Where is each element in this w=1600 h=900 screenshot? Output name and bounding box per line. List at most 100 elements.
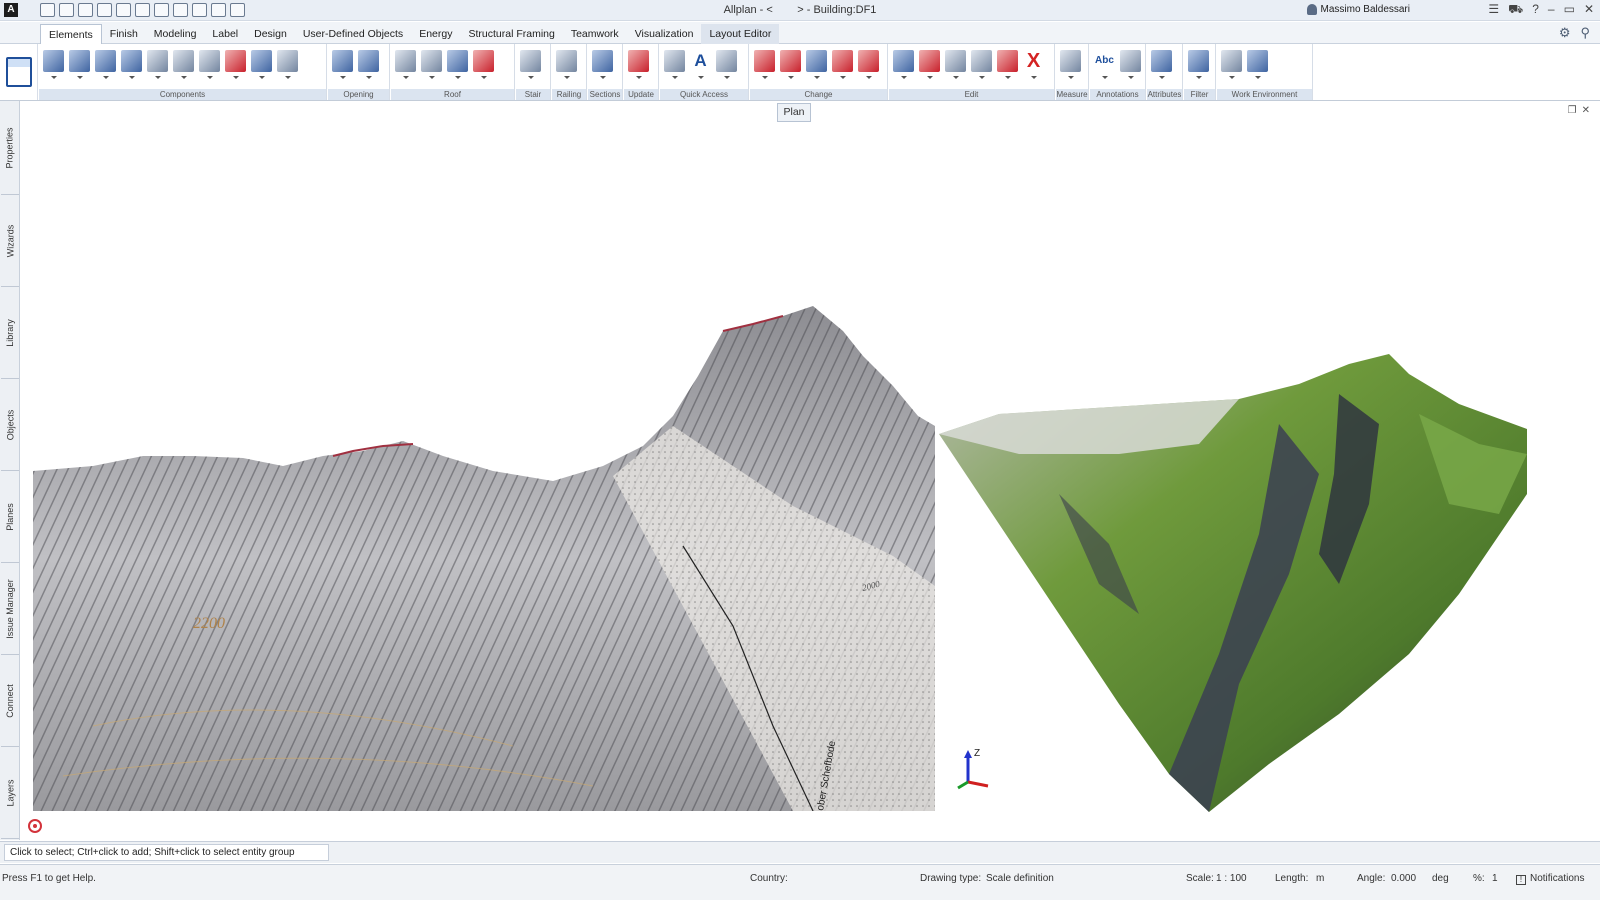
side-tab-layers[interactable]: Layers [1,747,19,839]
layout-icon[interactable] [211,3,226,17]
undo-icon[interactable] [135,3,150,17]
surface-elements-icon[interactable] [277,50,298,79]
terrain-model-aerial-texture[interactable] [939,354,1527,812]
actionbar-menu-button[interactable] [0,44,38,100]
close-viewport-icon[interactable]: ✕ [1582,105,1590,116]
user-name: Massimo Baldessari [1320,4,1410,15]
work-environment-icon[interactable] [1221,50,1242,79]
drawing-type-value[interactable]: Scale definition [986,873,1054,884]
print-preview-icon[interactable] [116,3,131,17]
terrain-model-map-texture[interactable]: 2200 2000 ober Schefbode [33,306,935,811]
railing-icon[interactable] [556,50,577,79]
window-icon[interactable] [173,3,188,17]
upstand-icon[interactable] [147,50,168,79]
help-icon[interactable]: ? [1532,2,1539,18]
rotate-icon[interactable] [945,50,966,79]
plan-view-tab[interactable]: Plan [777,103,811,122]
side-tab-issue-manager[interactable]: Issue Manager [1,563,19,655]
measure-ruler-icon[interactable] [1060,50,1081,79]
tab-modeling[interactable]: Modeling [146,24,205,45]
snap-point-icon[interactable] [28,819,42,833]
text-icon[interactable]: A [690,50,711,79]
tab-label[interactable]: Label [204,24,246,45]
group-label: Update [624,89,658,100]
window-opening-icon[interactable] [358,50,379,79]
dimension-line-icon[interactable] [716,50,737,79]
settings-gear-icon[interactable]: ⚙ [1559,25,1571,41]
new-file-icon[interactable] [40,3,55,17]
tab-energy[interactable]: Energy [411,24,460,45]
wall-icon[interactable] [43,50,64,79]
column-icon[interactable] [95,50,116,79]
annotation-list-icon[interactable] [1120,50,1141,79]
dormer-icon[interactable] [473,50,494,79]
copy-icon[interactable] [893,50,914,79]
side-tab-label: Objects [5,409,16,440]
length-unit[interactable]: m [1316,873,1324,884]
scale-value[interactable]: 1 : 100 [1216,873,1247,884]
line-icon[interactable] [664,50,685,79]
open-file-icon[interactable] [59,3,74,17]
options-gear-icon[interactable] [192,3,207,17]
footing-icon[interactable] [121,50,142,79]
side-tab-planes[interactable]: Planes [1,471,19,563]
roof-plane-icon[interactable] [395,50,416,79]
angle-unit[interactable]: deg [1432,873,1449,884]
group-label: Quick Access [660,89,748,100]
side-tab-library[interactable]: Library [1,287,19,379]
story-icon[interactable] [251,50,272,79]
rafter-icon[interactable] [447,50,468,79]
search-icon[interactable]: ⚲ [1580,25,1590,41]
tab-design[interactable]: Design [246,24,295,45]
angle-value[interactable]: 0.000 [1391,873,1416,884]
save-as-icon[interactable] [97,3,112,17]
stretch-icon[interactable] [997,50,1018,79]
close-icon[interactable]: ✕ [1584,2,1594,18]
modify-line-icon[interactable] [832,50,853,79]
move-icon[interactable] [919,50,940,79]
tab-layout-editor[interactable]: Layout Editor [701,24,780,45]
spell-check-icon[interactable]: Abc [1094,50,1115,79]
split-icon[interactable] [858,50,879,79]
minimize-icon[interactable]: – [1548,2,1555,18]
maximize-icon[interactable]: ▭ [1564,2,1575,18]
joist-icon[interactable] [199,50,220,79]
door-icon[interactable] [332,50,353,79]
tab-finish[interactable]: Finish [102,24,146,45]
redo-icon[interactable] [154,3,169,17]
notifications-button[interactable]: ! Notifications [1516,873,1584,885]
room-icon[interactable] [225,50,246,79]
side-tab-connect[interactable]: Connect [1,655,19,747]
delete-icon[interactable]: X [1023,50,1044,79]
tab-teamwork[interactable]: Teamwork [563,24,627,45]
modify-element-icon[interactable] [806,50,827,79]
tab-elements[interactable]: Elements [40,24,102,45]
stair-icon[interactable] [520,50,541,79]
section-icon[interactable] [592,50,613,79]
tab-structural-framing[interactable]: Structural Framing [460,24,562,45]
allplan-logo-icon[interactable]: A [4,3,18,17]
filter-funnel-icon[interactable] [1188,50,1209,79]
ribbon-icon[interactable]: ☰ [1488,2,1499,18]
modify-points-icon[interactable] [780,50,801,79]
restore-viewport-icon[interactable]: ❐ [1568,105,1577,116]
attributes-icon[interactable] [1151,50,1172,79]
mirror-icon[interactable] [971,50,992,79]
beam-icon[interactable] [173,50,194,79]
side-tab-objects[interactable]: Objects [1,379,19,471]
slab-icon[interactable] [69,50,90,79]
tab-user-defined-objects[interactable]: User-Defined Objects [295,24,411,45]
viewport-3d[interactable]: Plan ❐ ✕ 2200 2000 ober Schefbode Z [21,101,1600,841]
side-tab-properties[interactable]: Properties [1,101,19,195]
modify-properties-icon[interactable] [754,50,775,79]
save-icon[interactable] [78,3,93,17]
percent-value[interactable]: 1 [1492,873,1498,884]
roof-covering-icon[interactable] [421,50,442,79]
viewport-layout-icon[interactable] [1247,50,1268,79]
tools-icon[interactable] [230,3,245,17]
cart-icon[interactable]: ⛟ [1508,2,1523,18]
user-account[interactable]: Massimo Baldessari [1306,4,1410,15]
tab-visualization[interactable]: Visualization [627,24,702,45]
update-icon[interactable] [628,50,649,79]
side-tab-wizards[interactable]: Wizards [1,195,19,287]
